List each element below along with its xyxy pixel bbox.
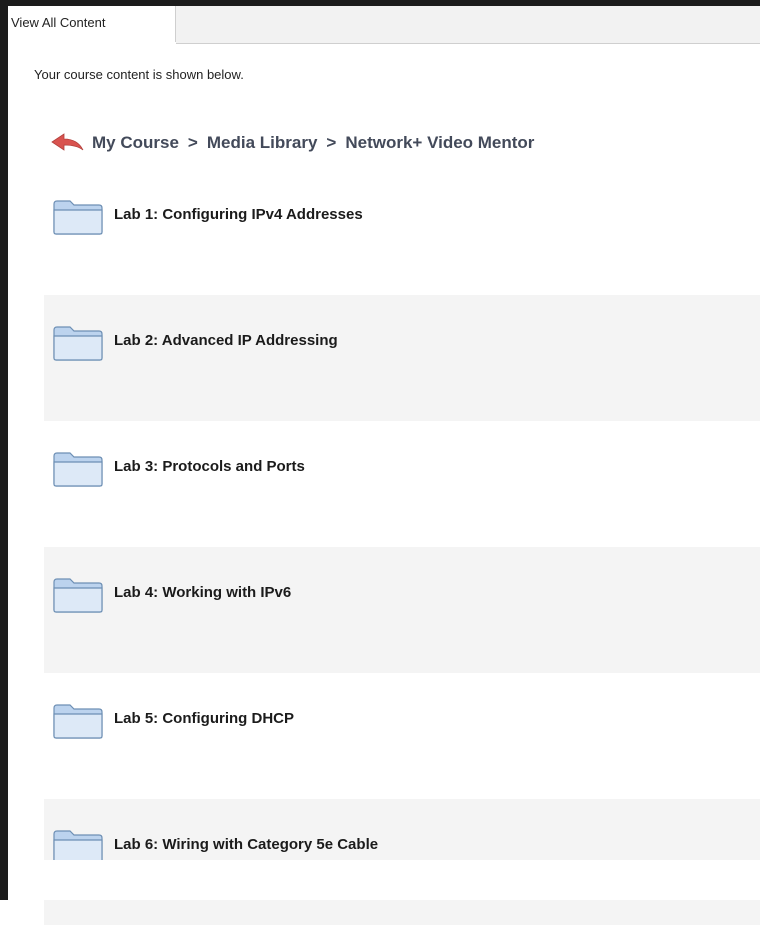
item-label: Lab 5: Configuring DHCP — [114, 710, 294, 727]
folder-icon — [53, 326, 103, 361]
folder-icon — [53, 704, 103, 739]
tab-bar: View All Content — [8, 6, 760, 44]
intro-text: Your course content is shown below. — [34, 67, 244, 82]
breadcrumb-my-course[interactable]: My Course — [92, 133, 179, 153]
item-label: Lab 2: Advanced IP Addressing — [114, 332, 338, 349]
tab-label: View All Content — [11, 15, 106, 30]
breadcrumb-separator: > — [326, 133, 337, 152]
folder-icon — [53, 200, 103, 235]
viewport-bottom-clip — [44, 860, 760, 900]
list-item[interactable]: Lab 1: Configuring IPv4 Addresses — [44, 169, 760, 295]
content-list: Lab 1: Configuring IPv4 Addresses Lab 2:… — [44, 169, 760, 925]
item-label: Lab 1: Configuring IPv4 Addresses — [114, 206, 363, 223]
window-left-border — [0, 0, 8, 900]
breadcrumb-separator: > — [187, 133, 198, 152]
item-label: Lab 6: Wiring with Category 5e Cable — [114, 836, 379, 853]
list-item[interactable]: Lab 5: Configuring DHCP — [44, 673, 760, 799]
folder-icon — [53, 578, 103, 613]
tab-view-all-content[interactable]: View All Content — [8, 6, 176, 44]
item-label: Lab 3: Protocols and Ports — [114, 458, 305, 475]
list-item[interactable]: Lab 3: Protocols and Ports — [44, 421, 760, 547]
folder-icon — [53, 452, 103, 487]
breadcrumb-network-video-mentor[interactable]: Network+ Video Mentor — [345, 133, 534, 153]
list-item[interactable]: Lab 2: Advanced IP Addressing — [44, 295, 760, 421]
breadcrumb-media-library[interactable]: Media Library — [207, 133, 318, 153]
item-label: Lab 4: Working with IPv6 — [114, 584, 292, 601]
list-item[interactable]: Lab 4: Working with IPv6 — [44, 547, 760, 673]
breadcrumb: My Course > Media Library > Network+ Vid… — [50, 131, 534, 155]
back-arrow-icon[interactable] — [50, 133, 86, 153]
